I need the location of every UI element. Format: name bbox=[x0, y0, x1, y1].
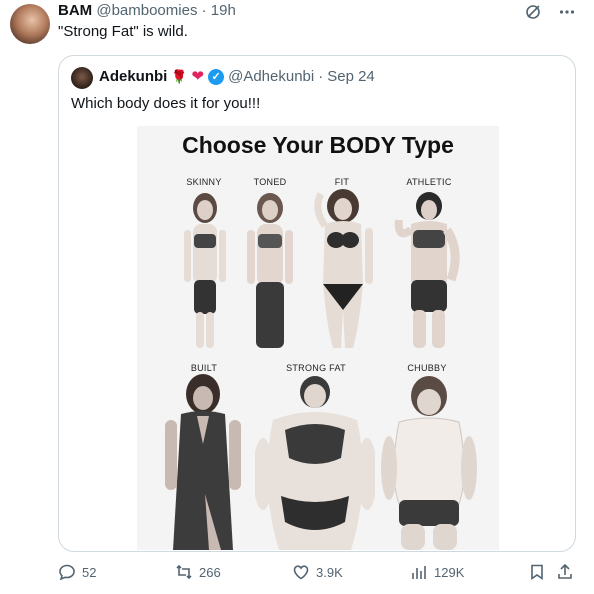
figure-skinny bbox=[184, 193, 226, 348]
heart-icon bbox=[293, 565, 309, 580]
image-title: Choose Your BODY Type bbox=[182, 132, 454, 158]
grok-icon[interactable] bbox=[524, 3, 542, 25]
label-strong-fat: STRONG FAT bbox=[286, 363, 346, 373]
quote-header: Adekunbi 🌹 ❤ ✓ @Adhekunbi · Sep 24 bbox=[99, 68, 375, 86]
figure-built bbox=[165, 374, 241, 550]
label-toned: TONED bbox=[253, 177, 287, 187]
views-button[interactable]: 129K bbox=[410, 563, 464, 581]
quote-author-name[interactable]: Adekunbi bbox=[99, 68, 167, 86]
retweet-icon bbox=[176, 564, 192, 580]
label-athletic: ATHLETIC bbox=[406, 177, 452, 187]
quote-date[interactable]: Sep 24 bbox=[327, 68, 375, 86]
reply-icon bbox=[59, 564, 75, 581]
tweet-text: "Strong Fat" is wild. bbox=[58, 23, 188, 40]
label-fit: FIT bbox=[334, 177, 350, 187]
like-count: 3.9K bbox=[316, 564, 343, 580]
bookmark-button[interactable] bbox=[528, 563, 546, 581]
author-handle[interactable]: @bamboomies bbox=[96, 2, 197, 19]
reply-count: 52 bbox=[82, 564, 97, 580]
share-icon bbox=[558, 563, 572, 579]
like-button[interactable]: 3.9K bbox=[292, 563, 343, 581]
figure-fit bbox=[314, 189, 373, 348]
heart-emoji: ❤ bbox=[191, 68, 205, 85]
label-built: BUILT bbox=[190, 363, 218, 373]
figure-chubby bbox=[381, 376, 477, 550]
tweet-top-icons bbox=[524, 3, 576, 25]
quote-author-handle[interactable]: @Adhekunbi bbox=[228, 68, 314, 86]
figure-strong-fat bbox=[255, 376, 375, 550]
author-avatar[interactable] bbox=[10, 4, 50, 44]
quoted-tweet[interactable]: Adekunbi 🌹 ❤ ✓ @Adhekunbi · Sep 24 Which… bbox=[58, 55, 576, 552]
figure-athletic bbox=[394, 192, 460, 348]
reply-button[interactable]: 52 bbox=[58, 563, 96, 581]
verified-badge-icon: ✓ bbox=[208, 69, 225, 85]
separator: · bbox=[201, 2, 207, 19]
views-icon bbox=[412, 566, 426, 579]
body-type-image[interactable]: Choose Your BODY Type SKINNY TONED FIT A… bbox=[137, 126, 499, 550]
author-name[interactable]: BAM bbox=[58, 2, 92, 19]
figure-toned bbox=[247, 193, 293, 348]
retweet-button[interactable]: 266 bbox=[175, 563, 221, 581]
quote-text: Which body does it for you!!! bbox=[71, 95, 261, 112]
tweet-header: BAM @bamboomies · 19h bbox=[58, 2, 236, 20]
tweet-actions: 52 266 3.9K 129K bbox=[0, 563, 594, 587]
share-button[interactable] bbox=[556, 563, 574, 581]
bookmark-icon bbox=[531, 564, 543, 581]
tweet-time[interactable]: 19h bbox=[211, 2, 236, 19]
separator: · bbox=[318, 68, 324, 85]
quote-author-avatar[interactable] bbox=[71, 67, 93, 89]
rose-emoji: 🌹 bbox=[171, 69, 188, 84]
views-count: 129K bbox=[434, 564, 465, 580]
retweet-count: 266 bbox=[199, 564, 221, 580]
label-skinny: SKINNY bbox=[186, 177, 222, 187]
label-chubby: CHUBBY bbox=[407, 363, 447, 373]
more-horizontal-icon[interactable] bbox=[558, 3, 576, 25]
